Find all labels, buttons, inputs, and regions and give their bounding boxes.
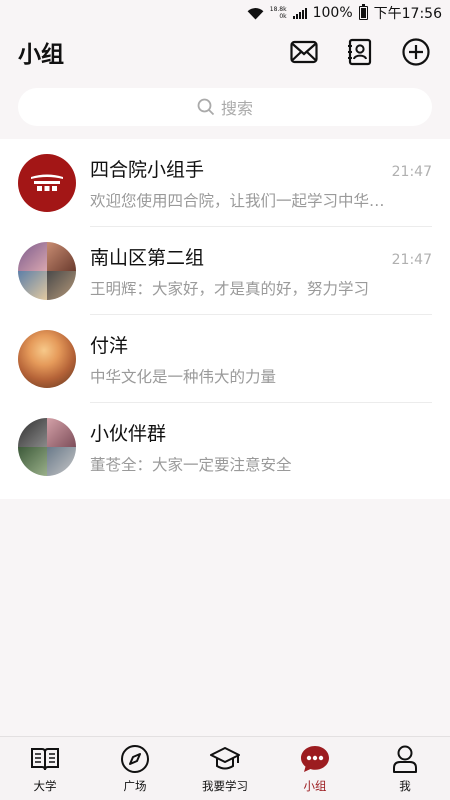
tab-square[interactable]: 广场: [90, 737, 180, 800]
avatar: [18, 154, 76, 212]
chat-name: 四合院小组手: [90, 159, 205, 181]
speed-top: 18.8k: [269, 6, 287, 13]
chat-body: 四合院小组手 21:47 欢迎您使用四合院，让我们一起学习中华…: [90, 155, 450, 211]
tab-label: 大学: [33, 779, 57, 793]
contacts-button[interactable]: [344, 36, 376, 68]
chat-item[interactable]: 付洋 中华文化是一种伟大的力量: [0, 315, 450, 403]
page-title: 小组: [18, 42, 64, 68]
chat-item[interactable]: 小伙伴群 董苍全：大家一定要注意安全: [0, 403, 450, 491]
chat-body: 南山区第二组 21:47 王明辉：大家好，才是真的好，努力学习: [90, 243, 450, 299]
tab-label: 我要学习: [202, 779, 248, 793]
network-speed: 18.8k 0k: [270, 6, 287, 20]
chat-message: 欢迎您使用四合院，让我们一起学习中华…: [90, 192, 385, 210]
chat-name: 小伙伴群: [90, 423, 167, 445]
header: 小组: [0, 26, 450, 78]
status-time: 下午17:56: [373, 6, 442, 22]
wifi-icon: [247, 7, 264, 20]
tab-me[interactable]: 我: [360, 737, 450, 800]
tab-bar: 大学 广场 我要学习 小组 我: [0, 736, 450, 800]
graduation-cap-icon: [209, 743, 241, 775]
siheyuan-logo-icon: [31, 174, 63, 191]
chat-time: 21:47: [391, 252, 432, 268]
chat-message: 董苍全：大家一定要注意安全: [90, 456, 292, 474]
avatar: [18, 330, 76, 388]
chat-body: 付洋 中华文化是一种伟大的力量: [90, 331, 450, 387]
person-icon: [389, 743, 421, 775]
chat-item[interactable]: 南山区第二组 21:47 王明辉：大家好，才是真的好，努力学习: [0, 227, 450, 315]
chat-message: 中华文化是一种伟大的力量: [90, 368, 277, 386]
search-bar[interactable]: 搜索: [18, 88, 432, 126]
chat-name: 付洋: [90, 335, 129, 357]
tab-study[interactable]: 我要学习: [180, 737, 270, 800]
tab-group[interactable]: 小组: [270, 737, 360, 800]
tab-university[interactable]: 大学: [0, 737, 90, 800]
chat-bubble-icon: [299, 743, 331, 775]
compass-icon: [119, 743, 151, 775]
chat-message: 王明辉：大家好，才是真的好，努力学习: [90, 280, 370, 298]
book-icon: [29, 743, 61, 775]
avatar: [18, 242, 76, 300]
chat-body: 小伙伴群 董苍全：大家一定要注意安全: [90, 419, 450, 475]
battery-percent: 100%: [312, 5, 353, 21]
chat-time: 21:47: [391, 164, 432, 180]
plus-circle-icon: [402, 38, 430, 66]
chat-list: 四合院小组手 21:47 欢迎您使用四合院，让我们一起学习中华… 南山区第二组 …: [0, 139, 450, 499]
speed-bottom: 0k: [279, 13, 287, 20]
tab-label: 我: [399, 779, 411, 793]
search-placeholder: 搜索: [220, 99, 253, 118]
status-bar: 18.8k 0k 100% 下午17:56: [0, 0, 450, 26]
chat-item[interactable]: 四合院小组手 21:47 欢迎您使用四合院，让我们一起学习中华…: [0, 139, 450, 227]
chat-name: 南山区第二组: [90, 247, 205, 269]
signal-icon: [292, 7, 307, 19]
contacts-icon: [348, 38, 372, 66]
avatar: [18, 418, 76, 476]
add-button[interactable]: [400, 36, 432, 68]
tab-label: 小组: [303, 779, 327, 793]
tab-label: 广场: [123, 779, 147, 793]
mail-button[interactable]: [288, 36, 320, 68]
mail-icon: [290, 40, 318, 64]
battery-icon: [358, 4, 368, 20]
header-actions: [288, 36, 432, 68]
search-input[interactable]: 搜索: [18, 88, 432, 126]
search-icon: [197, 98, 215, 116]
